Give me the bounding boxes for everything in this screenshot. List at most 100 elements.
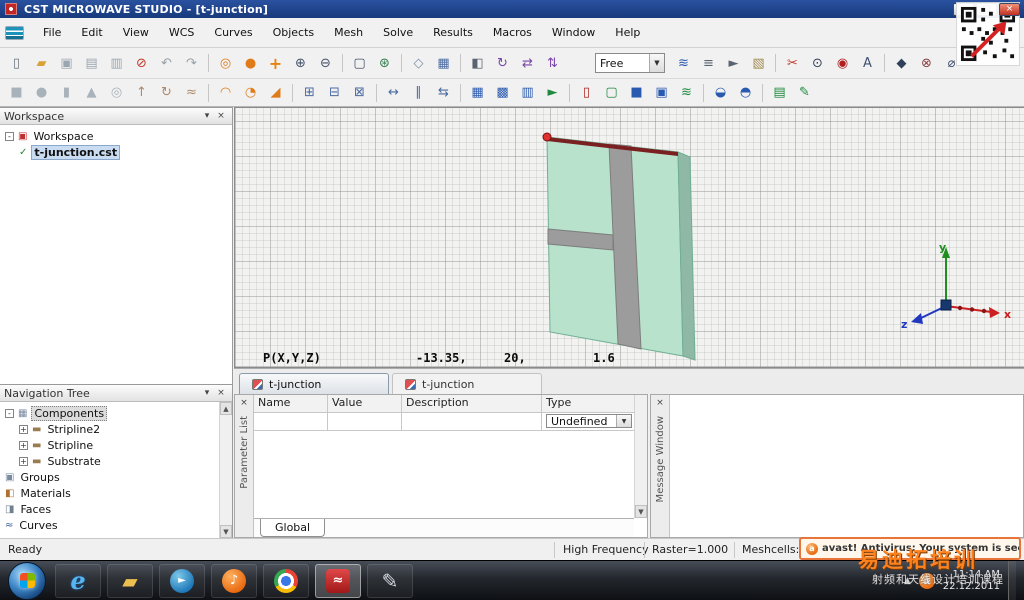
translate-tool-icon[interactable]: +: [264, 53, 287, 74]
scroll-down-icon[interactable]: ▼: [220, 525, 232, 538]
taskbar-ie[interactable]: e: [55, 564, 101, 598]
boolean-intersect-icon[interactable]: ⊠: [348, 82, 371, 103]
blend-tool-icon[interactable]: ◢: [264, 82, 287, 103]
zoom-range-icon[interactable]: ▢: [348, 53, 371, 74]
column-header-name[interactable]: Name: [254, 395, 328, 413]
primitive-cylinder-icon[interactable]: ▮: [55, 82, 78, 103]
param-cell-name[interactable]: [254, 413, 328, 431]
menu-window[interactable]: Window: [542, 22, 605, 44]
menu-file[interactable]: File: [33, 22, 71, 44]
dynamic-zoom-icon[interactable]: ⇅: [541, 53, 564, 74]
grid-icon[interactable]: ▦: [432, 53, 455, 74]
type-select[interactable]: Undefined ▼: [546, 414, 632, 428]
expand-icon[interactable]: +: [19, 457, 28, 466]
primitive-torus-icon[interactable]: ◎: [105, 82, 128, 103]
torus-tool-icon[interactable]: ◎: [214, 53, 237, 74]
print-icon[interactable]: ▤: [80, 53, 103, 74]
pick-point-marker[interactable]: [543, 133, 551, 141]
frequency-icon[interactable]: ≋: [675, 82, 698, 103]
workspace-pin-icon[interactable]: ▾: [200, 111, 214, 121]
global-tab[interactable]: Global: [260, 519, 325, 537]
tree-item-groups[interactable]: ▣Groups: [0, 469, 232, 485]
tree-item-stripline2[interactable]: +▬Stripline2: [0, 421, 232, 437]
tree-item-stripline[interactable]: +▬Stripline: [0, 437, 232, 453]
parameter-scroll-down-icon[interactable]: ▼: [635, 505, 647, 518]
message-window-close-icon[interactable]: ×: [656, 398, 664, 408]
parameter-list-close-icon[interactable]: ×: [240, 398, 248, 408]
menu-wcs[interactable]: WCS: [159, 22, 205, 44]
tree-item-substrate[interactable]: +▬Substrate: [0, 453, 232, 469]
shell-tool-icon[interactable]: ◔: [239, 82, 262, 103]
mesh-view-2-icon[interactable]: ▥: [516, 82, 539, 103]
view-cube-icon[interactable]: ◧: [466, 53, 489, 74]
render-globe-icon[interactable]: ⊛: [373, 53, 396, 74]
open-icon[interactable]: ▰: [30, 53, 53, 74]
menu-results[interactable]: Results: [423, 22, 483, 44]
taskbar-cst[interactable]: ≈: [315, 564, 361, 598]
tree-item-t-junction-cst[interactable]: ✓t-junction.cst: [0, 144, 232, 160]
delete-icon[interactable]: ⊘: [130, 53, 153, 74]
start-button[interactable]: [8, 562, 46, 600]
zoom-in-icon[interactable]: ⊕: [289, 53, 312, 74]
sphere-tool-icon[interactable]: ●: [239, 53, 262, 74]
rotate-view-icon[interactable]: ↻: [491, 53, 514, 74]
history-list-icon[interactable]: ≡: [697, 53, 720, 74]
column-header-value[interactable]: Value: [328, 395, 402, 413]
free-mode-select[interactable]: Free ▼: [595, 53, 665, 73]
param-cell-value[interactable]: [328, 413, 402, 431]
start-solver-icon[interactable]: ►: [541, 82, 564, 103]
pan-view-icon[interactable]: ⇄: [516, 53, 539, 74]
combo-dropdown-icon[interactable]: ▼: [649, 54, 664, 72]
taskbar-designer[interactable]: ✎: [367, 564, 413, 598]
transform-icon[interactable]: ↔: [382, 82, 405, 103]
loft-icon[interactable]: ≈: [180, 82, 203, 103]
menu-macros[interactable]: Macros: [483, 22, 542, 44]
tree-item-materials[interactable]: ◧Materials: [0, 485, 232, 501]
align-icon[interactable]: ∥: [407, 82, 430, 103]
menu-edit[interactable]: Edit: [71, 22, 112, 44]
primitive-sphere-icon[interactable]: ●: [30, 82, 53, 103]
tree-item-workspace[interactable]: -▣Workspace: [0, 128, 232, 144]
bend-tool-icon[interactable]: ◠: [214, 82, 237, 103]
menu-view[interactable]: View: [113, 22, 159, 44]
tree-item-curves[interactable]: ≈Curves: [0, 517, 232, 533]
undo-icon[interactable]: ↶: [155, 53, 178, 74]
field-monitor-icon[interactable]: ◒: [709, 82, 732, 103]
extrude-icon[interactable]: ↑: [130, 82, 153, 103]
primitive-brick-icon[interactable]: ■: [5, 82, 28, 103]
param-cell-description[interactable]: [402, 413, 542, 431]
collapse-icon[interactable]: -: [5, 132, 14, 141]
mirror-icon[interactable]: ⇆: [432, 82, 455, 103]
menu-help[interactable]: Help: [605, 22, 650, 44]
mesh-view-icon[interactable]: ≋: [672, 53, 695, 74]
navigation-close-icon[interactable]: ×: [214, 388, 228, 398]
taskbar-explorer[interactable]: ▰: [107, 564, 153, 598]
record-icon[interactable]: ◉: [831, 53, 854, 74]
global-mesh-icon[interactable]: ▩: [491, 82, 514, 103]
parameter-scrollbar[interactable]: ▼: [634, 395, 647, 518]
taskbar-media-orange[interactable]: ♪: [211, 564, 257, 598]
redo-icon[interactable]: ↷: [180, 53, 203, 74]
result-plot-icon[interactable]: ▤: [768, 82, 791, 103]
doc-tab-2[interactable]: t-junction: [392, 373, 542, 394]
rotate-profile-icon[interactable]: ↻: [155, 82, 178, 103]
waveguide-port-icon[interactable]: ▯: [575, 82, 598, 103]
show-desktop-button[interactable]: [1008, 561, 1016, 600]
column-header-description[interactable]: Description: [402, 395, 542, 413]
clipboard-icon[interactable]: ▧: [747, 53, 770, 74]
pick-point-icon[interactable]: ⊙: [806, 53, 829, 74]
copy-icon[interactable]: ▥: [105, 53, 128, 74]
menu-objects[interactable]: Objects: [263, 22, 325, 44]
menu-mesh[interactable]: Mesh: [324, 22, 373, 44]
taskbar-media-player[interactable]: ►: [159, 564, 205, 598]
menu-solve[interactable]: Solve: [373, 22, 423, 44]
doc-tab-1[interactable]: t-junction: [239, 373, 389, 394]
workspace-close-icon[interactable]: ×: [214, 111, 228, 121]
local-mesh-icon[interactable]: ▦: [466, 82, 489, 103]
boundary-icon[interactable]: ▢: [600, 82, 623, 103]
type-dropdown-icon[interactable]: ▼: [616, 415, 631, 427]
clear-picks-icon[interactable]: ⊗: [915, 53, 938, 74]
label-tool-icon[interactable]: A: [856, 53, 879, 74]
pick-edge-icon[interactable]: ◆: [890, 53, 913, 74]
new-file-icon[interactable]: ▯: [5, 53, 28, 74]
